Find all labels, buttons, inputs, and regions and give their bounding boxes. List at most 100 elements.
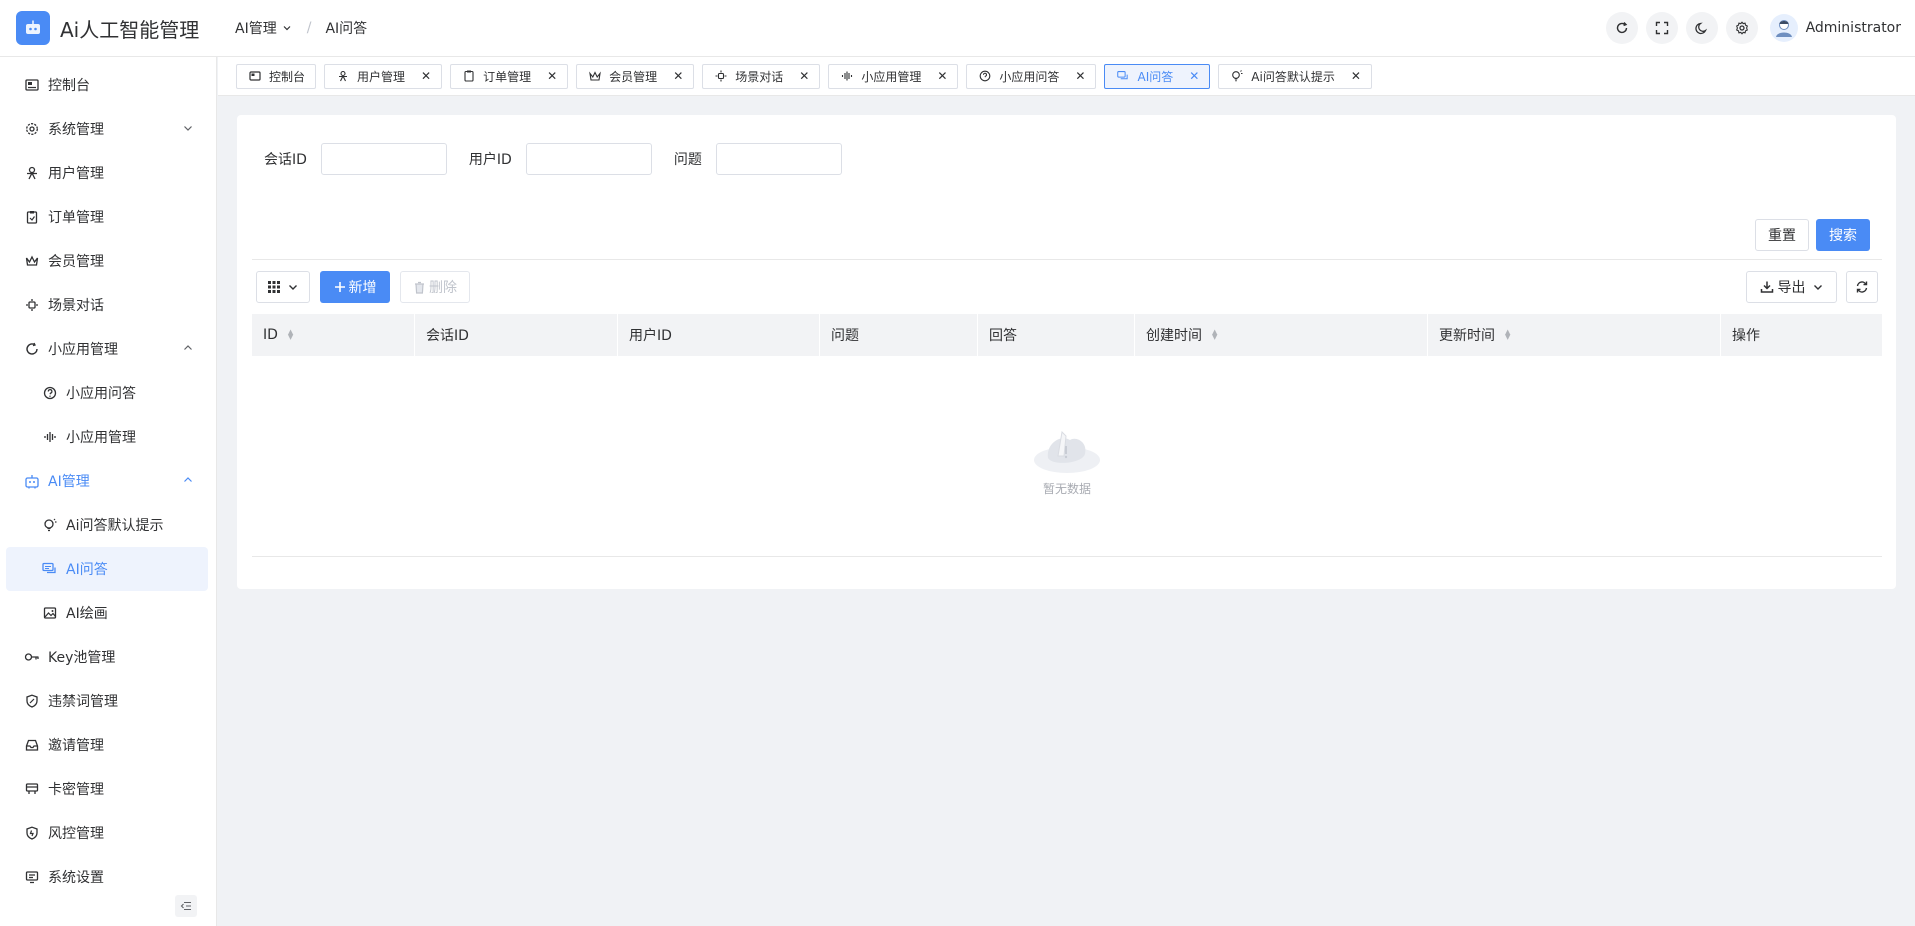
sidebar-item-miniapp-qa[interactable]: 小应用问答	[0, 371, 216, 415]
sidebar-item-scenes[interactable]: 场景对话	[0, 283, 216, 327]
tab-orders[interactable]: 订单管理 ✕	[450, 63, 569, 89]
tab-scenes[interactable]: 场景对话 ✕	[702, 63, 821, 89]
search-form: 会话ID 用户ID 问题	[264, 143, 864, 175]
shield-icon	[24, 693, 40, 709]
breadcrumb-item-ai-manage[interactable]: AI管理	[235, 18, 293, 38]
question-circle-icon	[42, 385, 58, 401]
table-toolbar-right: 导出	[1746, 271, 1878, 303]
sort-icon[interactable]: ▲ ▼	[1505, 329, 1510, 341]
sidebar-item-label: 卡密管理	[48, 782, 104, 798]
sidebar-item-dashboard[interactable]: 控制台	[0, 63, 216, 107]
tab-dashboard[interactable]: 控制台	[236, 63, 317, 89]
dark-mode-button[interactable]	[1685, 12, 1718, 44]
close-icon[interactable]: ✕	[1351, 69, 1361, 83]
empty-state: 暂无数据	[252, 420, 1882, 497]
bulb-icon	[42, 517, 58, 533]
sidebar-item-orders[interactable]: 订单管理	[0, 195, 216, 239]
close-icon[interactable]: ✕	[937, 69, 947, 83]
sidebar-item-system-settings[interactable]: 系统设置	[0, 855, 216, 899]
column-label: 操作	[1732, 328, 1760, 344]
sidebar-item-miniapps[interactable]: 小应用管理	[0, 327, 216, 371]
sidebar-item-system[interactable]: 系统管理	[0, 107, 216, 151]
export-button[interactable]: 导出	[1746, 271, 1837, 303]
sidebar-item-label: AI问答	[66, 562, 108, 578]
sort-icon[interactable]: ▲ ▼	[1212, 329, 1217, 341]
refresh-icon	[1616, 22, 1627, 34]
column-settings-button[interactable]	[256, 271, 310, 303]
fullscreen-button[interactable]	[1645, 12, 1678, 44]
avatar[interactable]	[1769, 14, 1798, 42]
tab-label: 会员管理	[609, 69, 658, 84]
sidebar-collapse-button[interactable]	[175, 895, 197, 917]
user-avatar-icon	[1775, 20, 1792, 37]
sidebar-item-members[interactable]: 会员管理	[0, 239, 216, 283]
sidebar-item-label: 小应用管理	[66, 430, 136, 446]
sidebar-item-users[interactable]: 用户管理	[0, 151, 216, 195]
close-icon[interactable]: ✕	[1189, 69, 1199, 83]
close-icon[interactable]: ✕	[673, 69, 683, 83]
search-button[interactable]: 搜索	[1816, 219, 1870, 251]
column-header-question: 问题	[820, 314, 978, 356]
sidebar-item-label: 场景对话	[48, 298, 104, 314]
sidebar-item-ai-drawing[interactable]: AI绘画	[0, 591, 216, 635]
sidebar-item-banned-words[interactable]: 违禁词管理	[0, 679, 216, 723]
robot-icon	[24, 473, 40, 489]
refresh-button[interactable]	[1605, 12, 1638, 44]
delete-button[interactable]: 删除	[400, 271, 470, 303]
column-header-created-at[interactable]: 创建时间 ▲ ▼	[1135, 314, 1428, 356]
robot-logo-icon	[16, 11, 50, 45]
bulb-icon	[1231, 70, 1243, 82]
sidebar-item-label: 系统管理	[48, 122, 104, 138]
sidebar-item-card-keys[interactable]: 卡密管理	[0, 767, 216, 811]
refresh-table-button[interactable]	[1846, 271, 1878, 303]
shield-check-icon	[24, 825, 40, 841]
header-actions: Administrator	[1598, 12, 1901, 44]
add-button[interactable]: 新增	[320, 271, 390, 303]
close-icon[interactable]: ✕	[799, 69, 809, 83]
user-id-input[interactable]	[525, 143, 652, 175]
tab-miniapp-qa[interactable]: 小应用问答 ✕	[966, 63, 1097, 89]
close-icon[interactable]: ✕	[1075, 69, 1085, 83]
reset-button[interactable]: 重置	[1755, 219, 1809, 251]
user-name[interactable]: Administrator	[1806, 20, 1901, 36]
settings-button[interactable]	[1725, 12, 1758, 44]
main-card: 会话ID 用户ID 问题 重置 搜索 新增 删除 导出 ID ▲ ▼ 会话ID …	[237, 115, 1896, 589]
logo[interactable]: Ai人工智能管理	[0, 0, 217, 57]
trash-icon	[415, 281, 424, 294]
tab-ai-default-prompt[interactable]: Ai问答默认提示 ✕	[1218, 63, 1372, 89]
sidebar-item-label: Key池管理	[48, 650, 116, 666]
sidebar-item-risk-control[interactable]: 风控管理	[0, 811, 216, 855]
sidebar-item-label: 控制台	[48, 78, 90, 94]
sidebar-item-key-pool[interactable]: Key池管理	[0, 635, 216, 679]
tab-label: AI问答	[1137, 69, 1174, 84]
question-input[interactable]	[715, 143, 842, 175]
sync-icon	[1856, 281, 1868, 293]
close-icon[interactable]: ✕	[547, 69, 557, 83]
sidebar-item-ai-manage[interactable]: AI管理	[0, 459, 216, 503]
tab-ai-qa[interactable]: AI问答 ✕	[1104, 63, 1211, 89]
sidebar-item-label: 用户管理	[48, 166, 104, 182]
user-icon	[337, 70, 349, 82]
sidebar-item-miniapp-manage[interactable]: 小应用管理	[0, 415, 216, 459]
close-icon[interactable]: ✕	[421, 69, 431, 83]
column-header-updated-at[interactable]: 更新时间 ▲ ▼	[1428, 314, 1721, 356]
tab-users[interactable]: 用户管理 ✕	[324, 63, 443, 89]
divider	[252, 259, 1882, 260]
column-header-id[interactable]: ID ▲ ▼	[252, 314, 415, 356]
scene-icon	[24, 297, 40, 313]
chevron-down-icon	[289, 285, 297, 290]
tab-miniapp-manage[interactable]: 小应用管理 ✕	[828, 63, 959, 89]
sidebar-item-invites[interactable]: 邀请管理	[0, 723, 216, 767]
sort-icon[interactable]: ▲ ▼	[288, 329, 293, 341]
clipboard-icon	[24, 209, 40, 225]
table-body: 暂无数据	[252, 356, 1882, 557]
app-title: Ai人工智能管理	[60, 17, 200, 42]
sidebar-item-ai-default-prompt[interactable]: Ai问答默认提示	[0, 503, 216, 547]
session-id-input[interactable]	[320, 143, 447, 175]
data-table: ID ▲▼ 会话ID 用户ID 问题 回答 创建时间 ▲▼ 更新时间 ▲▼	[252, 314, 1882, 557]
gear-icon	[1735, 21, 1748, 35]
sidebar-item-ai-qa[interactable]: AI问答	[6, 547, 208, 591]
column-header-answer: 回答	[978, 314, 1135, 356]
tab-members[interactable]: 会员管理 ✕	[576, 63, 695, 89]
table-header: ID ▲▼ 会话ID 用户ID 问题 回答 创建时间 ▲▼ 更新时间 ▲▼	[252, 314, 1882, 356]
